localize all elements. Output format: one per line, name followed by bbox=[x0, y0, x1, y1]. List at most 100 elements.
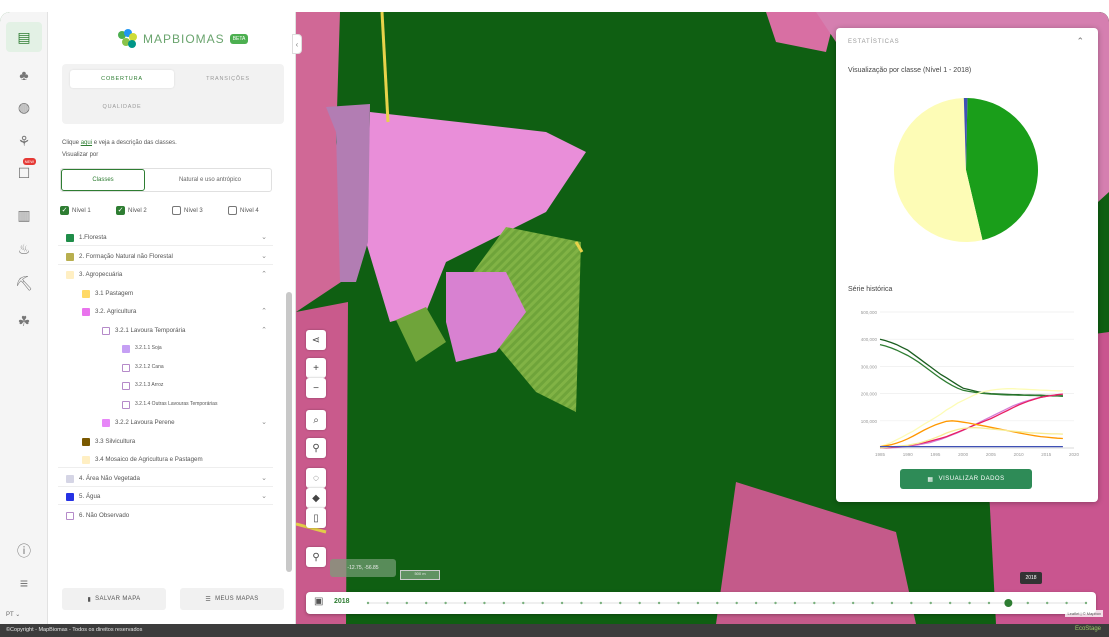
year-tick[interactable] bbox=[444, 601, 447, 605]
class-row[interactable]: 3. Agropecuária ⌃ bbox=[58, 267, 273, 283]
chevron-down-icon[interactable]: ⌄ bbox=[261, 233, 267, 241]
save-map-button[interactable]: ▮ SALVAR MAPA bbox=[62, 588, 166, 610]
year-tick[interactable] bbox=[793, 601, 797, 605]
class-row[interactable]: 3.3 Silvicultura bbox=[58, 434, 273, 450]
year-tick[interactable] bbox=[813, 601, 816, 605]
footer-brand[interactable]: EcoStage bbox=[1075, 626, 1101, 632]
series-line[interactable] bbox=[879, 343, 1063, 397]
my-maps-button[interactable]: ☰ MEUS MAPAS bbox=[180, 588, 284, 610]
year-tick[interactable] bbox=[832, 601, 835, 605]
bars-icon[interactable]: ▥ bbox=[6, 200, 42, 230]
class-color-checkbox[interactable] bbox=[122, 345, 130, 353]
level-1-checkbox[interactable]: ✓ Nível 1 bbox=[60, 206, 91, 215]
year-tick[interactable] bbox=[502, 601, 506, 605]
class-row[interactable]: 3.2.1.2 Cana bbox=[58, 360, 273, 376]
year-tick[interactable] bbox=[948, 601, 952, 605]
tab-transicoes[interactable]: TRANSIÇÕES bbox=[178, 70, 278, 88]
year-tick[interactable] bbox=[890, 601, 894, 605]
collapse-panel-button[interactable]: ‹ bbox=[292, 34, 302, 54]
view-natural-button[interactable]: Natural e uso antrópico bbox=[149, 169, 271, 191]
class-color-checkbox[interactable] bbox=[66, 474, 74, 483]
year-tick[interactable] bbox=[522, 601, 525, 605]
year-tick[interactable] bbox=[968, 601, 971, 605]
series-line[interactable] bbox=[879, 426, 1063, 449]
year-tick[interactable] bbox=[1065, 601, 1068, 605]
class-row[interactable]: 4. Área Não Vegetada ⌄ bbox=[58, 471, 273, 487]
year-tick[interactable] bbox=[560, 601, 564, 605]
class-row[interactable]: 6. Não Observado bbox=[58, 508, 273, 524]
year-tick[interactable] bbox=[638, 601, 641, 605]
chevron-down-icon[interactable]: ⌄ bbox=[261, 418, 267, 426]
basemap-button[interactable]: ▯ bbox=[306, 508, 326, 528]
class-row[interactable]: 3.4 Mosaico de Agricultura e Pastagem bbox=[58, 452, 273, 468]
class-row[interactable]: 3.2.1.4 Outras Lavouras Temporárias bbox=[58, 397, 273, 413]
class-color-checkbox[interactable] bbox=[102, 326, 110, 335]
collapse-stats-button[interactable]: ⌃ bbox=[1076, 36, 1084, 47]
coverage-icon[interactable]: ▤ bbox=[6, 22, 42, 52]
year-tick[interactable] bbox=[463, 601, 467, 605]
info-icon[interactable]: ⓘ bbox=[6, 536, 42, 566]
series-line[interactable] bbox=[879, 338, 1063, 397]
year-tick[interactable] bbox=[1045, 601, 1049, 605]
year-tick[interactable] bbox=[405, 601, 409, 605]
chevron-up-icon[interactable]: ⌃ bbox=[261, 270, 267, 278]
year-tick[interactable] bbox=[754, 601, 758, 605]
language-select[interactable]: PT ⌄ bbox=[6, 611, 20, 618]
year-tick[interactable] bbox=[929, 601, 932, 605]
zoom-area-button[interactable]: ⌕ bbox=[306, 410, 326, 430]
class-description-link[interactable]: aqui bbox=[81, 140, 92, 146]
class-row[interactable]: 3.2. Agricultura ⌃ bbox=[58, 304, 273, 320]
year-tick[interactable] bbox=[851, 601, 855, 605]
timeline-track[interactable] bbox=[306, 592, 1096, 614]
deforestation-icon[interactable]: ⚘ bbox=[6, 126, 42, 156]
class-color-checkbox[interactable] bbox=[82, 308, 90, 316]
location-button[interactable]: ⚲ bbox=[306, 438, 326, 458]
year-timeline[interactable]: ▣ 2018 bbox=[306, 592, 1096, 614]
year-tick[interactable] bbox=[716, 601, 719, 605]
calendar-icon[interactable]: ☐ NEW bbox=[6, 158, 42, 188]
legend-scroll-area[interactable]: Clique aqui e veja a descrição das class… bbox=[58, 138, 290, 578]
class-row[interactable]: 2. Formação Natural não Florestal ⌄ bbox=[58, 249, 273, 265]
tree-icon[interactable]: ♣ bbox=[6, 60, 42, 90]
year-tick[interactable] bbox=[619, 601, 622, 605]
zoom-out-button[interactable]: − bbox=[306, 378, 326, 398]
series-line[interactable] bbox=[879, 388, 1063, 448]
class-color-checkbox[interactable] bbox=[82, 289, 90, 298]
legend-scrollbar[interactable] bbox=[286, 152, 292, 572]
scrollbar-thumb[interactable] bbox=[286, 292, 292, 572]
view-classes-button[interactable]: Classes bbox=[61, 169, 145, 191]
class-row[interactable]: 5. Água ⌄ bbox=[58, 489, 273, 505]
year-tick[interactable] bbox=[1026, 601, 1029, 605]
chevron-up-icon[interactable]: ⌃ bbox=[261, 307, 267, 315]
water-drop-icon[interactable]: ☘ bbox=[6, 306, 42, 336]
level-2-checkbox[interactable]: ✓ Nível 2 bbox=[116, 206, 147, 215]
class-color-checkbox[interactable] bbox=[122, 400, 130, 409]
year-tick[interactable] bbox=[910, 601, 913, 605]
class-color-checkbox[interactable] bbox=[82, 437, 90, 446]
globe-icon[interactable]: ◍ bbox=[6, 92, 42, 122]
year-tick[interactable] bbox=[483, 601, 486, 605]
year-tick[interactable] bbox=[677, 601, 680, 605]
class-color-checkbox[interactable] bbox=[66, 252, 74, 261]
drop-button[interactable]: ◌ bbox=[306, 468, 326, 488]
class-color-checkbox[interactable] bbox=[122, 363, 130, 372]
zoom-in-button[interactable]: + bbox=[306, 358, 326, 378]
class-row[interactable]: 3.2.1.3 Arroz bbox=[58, 378, 273, 394]
class-row[interactable]: 3.1 Pastagem bbox=[58, 286, 273, 302]
year-tick[interactable] bbox=[735, 601, 738, 605]
level-4-checkbox[interactable]: Nível 4 bbox=[228, 206, 259, 215]
tab-qualidade[interactable]: QUALIDADE bbox=[70, 98, 174, 116]
year-tick[interactable] bbox=[1084, 601, 1088, 605]
history-line-chart[interactable]: 100,000 200,000 300,000 400,000 500,000 1985 1… bbox=[836, 300, 1098, 460]
year-tick[interactable] bbox=[580, 601, 583, 605]
fire-icon[interactable]: ♨ bbox=[6, 234, 42, 264]
layers-button[interactable]: ◆ bbox=[306, 488, 326, 508]
timeline-handle[interactable] bbox=[1004, 599, 1013, 607]
tab-cobertura[interactable]: COBERTURA bbox=[70, 70, 174, 88]
map-attribution[interactable]: Leaflet | © Mapbox bbox=[1065, 610, 1103, 617]
chevron-down-icon[interactable]: ⌄ bbox=[261, 474, 267, 482]
class-color-checkbox[interactable] bbox=[82, 456, 90, 464]
class-color-checkbox[interactable] bbox=[66, 511, 74, 520]
year-tick[interactable] bbox=[425, 601, 428, 605]
class-row[interactable]: 3.2.1.1 Soja bbox=[58, 341, 273, 357]
